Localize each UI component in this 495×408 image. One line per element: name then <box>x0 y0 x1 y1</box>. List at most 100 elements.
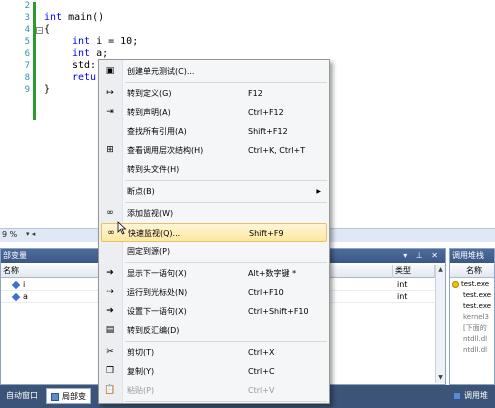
keyword: int <box>72 48 91 59</box>
menu-separator <box>125 82 327 83</box>
line-number: 3 <box>24 13 30 23</box>
goto-disassembly-icon: ▤ <box>105 325 115 335</box>
goto-declaration-icon: ⇥ <box>106 107 114 117</box>
code-line[interactable]: int main() <box>44 12 104 24</box>
menu-item-label: 快速监视(Q)... <box>128 229 181 238</box>
keyword: int <box>72 36 91 47</box>
menu-item[interactable]: ❐ 复制(Y) Ctrl+C <box>101 362 327 381</box>
menu-item-shortcut: Alt+数字键 * <box>248 269 297 278</box>
call-hierarchy-icon: ⊞ <box>106 145 114 155</box>
frame-text: test.exe <box>463 302 492 310</box>
tab-callstack[interactable]: 调用堆 <box>449 388 492 404</box>
menu-item[interactable]: ⇢ 运行到光标处(N) Ctrl+F10 <box>101 283 327 302</box>
context-menu: ▣ 创建单元测试(C)... ↦ 转到定义(G) F12 ⇥ 转到声明(A) Ctrl+F12… <box>98 59 330 404</box>
menu-item-label: 复制(Y) <box>127 367 155 376</box>
collapse-icon[interactable]: − <box>36 27 43 34</box>
submenu-arrow-icon: ▶ <box>316 188 321 195</box>
menu-item-shortcut: Ctrl+F10 <box>248 288 284 297</box>
callstack-panel: 调用堆栈 名称 test.exe test.exe test.exe kernel3 [… <box>449 248 495 385</box>
menu-item-label: 固定到源(P) <box>127 247 171 256</box>
variable-icon <box>11 280 21 289</box>
code-line[interactable]: { <box>44 24 50 36</box>
menu-item[interactable]: ⇥ 转到声明(A) Ctrl+F12 <box>101 103 327 122</box>
scroll-down-icon[interactable]: ▼ <box>436 373 445 382</box>
menu-item-shortcut: Ctrl+C <box>248 367 275 376</box>
callstack-row[interactable]: ntdll.dl <box>450 345 494 356</box>
menu-item[interactable]: ✂ 剪切(T) Ctrl+X <box>101 343 327 362</box>
code-text: std: <box>72 60 97 71</box>
frame-text: [下面的 <box>463 324 487 332</box>
tab-label: 调用堆 <box>464 391 488 400</box>
variable-name: i <box>23 280 26 289</box>
callstack-row[interactable]: test.exe <box>450 290 494 301</box>
menu-item-shortcut: Shift+F12 <box>248 127 288 136</box>
menu-item-label: 粘贴(P) <box>127 386 155 395</box>
menu-item[interactable]: 📋 粘贴(P) Ctrl+V <box>101 381 327 400</box>
menu-item[interactable]: ▣ 创建单元测试(C)... <box>101 62 327 81</box>
menu-item[interactable]: ▤ 转到反汇编(D) <box>101 321 327 340</box>
menu-item-label: 转到头文件(H) <box>127 165 180 174</box>
line-number: 9 <box>24 85 30 95</box>
menu-item[interactable]: 查找所有引用(A) Shift+F12 <box>101 122 327 141</box>
menu-item[interactable]: ∞ 快速监视(Q)... Shift+F9 <box>101 223 327 242</box>
menu-item[interactable]: ∞ 添加监视(W) <box>101 204 327 223</box>
panel-window-buttons[interactable]: ▾ ⊥ ✕ <box>403 249 441 263</box>
column-header-type[interactable]: 类型 <box>393 265 435 278</box>
code-line[interactable]: } <box>44 84 50 96</box>
tab-locals[interactable]: 局部变 <box>46 388 91 404</box>
quick-watch-icon: ∞ <box>107 228 115 238</box>
line-number: 6 <box>24 49 30 59</box>
code-line[interactable]: std: <box>72 60 96 72</box>
mouse-pointer-icon <box>117 221 127 235</box>
menu-item-shortcut: Ctrl+K, Ctrl+T <box>248 146 306 155</box>
callstack-row[interactable]: test.exe <box>450 301 494 312</box>
menu-item[interactable]: 断点(B) ▶ <box>101 182 327 201</box>
menu-item-label: 设置下一语句(X) <box>127 307 187 316</box>
callstack-row[interactable]: test.exe <box>450 279 494 290</box>
change-bar <box>33 2 36 120</box>
variable-type-cell: int <box>397 292 408 301</box>
menu-item-label: 创建单元测试(C)... <box>127 67 195 76</box>
callstack-row[interactable]: [下面的 <box>450 323 494 334</box>
menu-item[interactable]: ➔ 设置下一语句(X) Ctrl+Shift+F10 <box>101 302 327 321</box>
menu-item-label: 查找所有引用(A) <box>127 127 187 136</box>
line-number: 5 <box>24 37 30 47</box>
show-next-statement-icon: ➔ <box>106 268 114 278</box>
menu-item-shortcut: Ctrl+X <box>248 348 275 357</box>
menu-separator <box>125 401 327 402</box>
column-header-name[interactable]: 名称 <box>464 265 494 278</box>
variable-icon <box>11 292 21 301</box>
frame-text: ntdll.dl <box>463 346 488 354</box>
menu-item-label: 转到声明(A) <box>127 108 171 117</box>
frame-text: test.exe <box>461 280 490 288</box>
callstack-row[interactable]: kernel3 <box>450 312 494 323</box>
callstack-panel-title: 调用堆栈 <box>450 249 494 263</box>
menu-item-label: 查看调用层次结构(H) <box>127 146 204 155</box>
menu-item[interactable]: ↦ 转到定义(G) F12 <box>101 84 327 103</box>
menu-item[interactable]: ⊞ 查看调用层次结构(H) Ctrl+K, Ctrl+T <box>101 141 327 160</box>
tab-autos[interactable]: 自动窗口 <box>2 388 42 404</box>
goto-definition-icon: ↦ <box>106 88 114 98</box>
menu-item[interactable]: 固定到源(P) <box>101 242 327 261</box>
tab-label: 局部变 <box>62 392 86 401</box>
code-text: a; <box>90 48 109 59</box>
menu-item-label: 运行到光标处(N) <box>127 288 188 297</box>
zoom-dropdown-icon[interactable]: ▾ ◂ <box>26 230 35 238</box>
zoom-level[interactable]: 9 % <box>2 230 17 239</box>
code-line[interactable]: retu <box>72 72 96 84</box>
menu-item-label: 转到定义(G) <box>127 89 172 98</box>
menu-item-label: 显示下一语句(X) <box>127 269 187 278</box>
menu-item-label: 转到反汇编(D) <box>127 326 180 335</box>
frame-text: kernel3 <box>463 313 490 321</box>
unit-test-icon: ▣ <box>105 66 115 76</box>
locals-scrollbar[interactable]: ▲ ▼ <box>435 265 445 383</box>
scroll-up-icon[interactable]: ▲ <box>436 265 445 274</box>
menu-item[interactable]: ➔ 显示下一语句(X) Alt+数字键 * <box>101 264 327 283</box>
callstack-row[interactable]: ntdll.dl <box>450 334 494 345</box>
menu-item[interactable]: 转到头文件(H) <box>101 160 327 179</box>
line-number: 4 <box>24 25 30 35</box>
menu-item[interactable]: 大纲显示(L) ▶ <box>101 403 327 408</box>
run-to-cursor-icon: ⇢ <box>106 287 114 297</box>
add-watch-icon: ∞ <box>106 208 114 218</box>
code-line[interactable]: int i = 10; <box>72 36 138 48</box>
